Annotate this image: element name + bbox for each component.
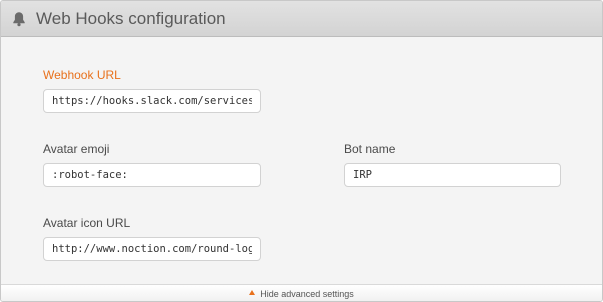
webhooks-panel: Web Hooks configuration Webhook URL Avat… [0, 0, 603, 302]
webhook-url-label: Webhook URL [43, 68, 121, 82]
bot-name-input[interactable] [344, 163, 561, 187]
hide-advanced-settings-label: Hide advanced settings [260, 288, 354, 299]
avatar-icon-url-input[interactable] [43, 237, 261, 261]
avatar-emoji-label: Avatar emoji [43, 142, 110, 156]
page-title: Web Hooks configuration [36, 9, 226, 28]
webhook-url-input[interactable] [43, 89, 261, 113]
panel-header: Web Hooks configuration [1, 1, 602, 37]
panel-body: Webhook URL Avatar emoji Bot name Avatar… [1, 37, 602, 284]
bot-name-label: Bot name [344, 142, 396, 156]
hide-advanced-settings-toggle[interactable]: Hide advanced settings [1, 284, 602, 301]
avatar-emoji-input[interactable] [43, 163, 261, 187]
bell-icon [13, 12, 25, 27]
triangle-up-icon [249, 290, 256, 296]
avatar-icon-url-label: Avatar icon URL [43, 216, 131, 230]
